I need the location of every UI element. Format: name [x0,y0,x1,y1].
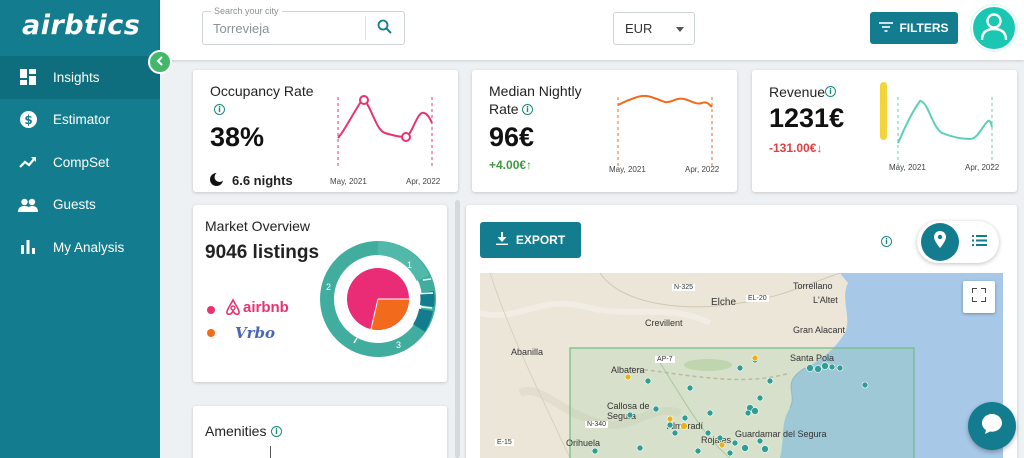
axis-start-label: May, 2021 [609,165,646,174]
top-bar: Search your city EUR FILTERS [160,0,1024,60]
revenue-card: Revenue i 1231€ -131.00€↓ May, 2021 Apr,… [752,70,1017,192]
user-icon [979,11,1009,46]
airbnb-brand: airbnb [243,299,289,316]
nightly-rate-card: Median Nightly Rate i 96€ +4.00€↑ May, 2… [472,70,737,192]
list-icon [971,233,987,251]
occupancy-sparkline [337,95,433,167]
chat-button[interactable] [968,402,1016,450]
map-view-button[interactable] [921,223,959,261]
listings-count: 9046 listings [205,242,320,263]
filters-label: FILTERS [899,21,949,35]
market-overview-title: Market Overview [205,218,311,234]
export-label: EXPORT [515,233,566,247]
nights-value: 6.6 nights [232,173,293,188]
revenue-delta: -131.00€↓ [769,141,823,155]
currency-value: EUR [625,21,653,36]
axis-start-label: May, 2021 [330,177,367,186]
chevron-down-icon [676,27,684,32]
moon-icon [209,172,225,192]
sidebar-item-label: My Analysis [53,239,125,255]
donut-label-3: 3 [396,340,402,350]
occupancy-value: 38% [210,122,265,152]
view-toggle [917,221,999,263]
sidebar-item-estimator[interactable]: $ Estimator [0,99,160,142]
occupancy-card: Occupancy Rate i 38% 6.6 nights May, 202… [193,70,458,192]
axis-end-label: Apr, 2022 [685,165,720,174]
nightly-rate-value: 96€ [489,122,535,152]
info-icon[interactable]: i [271,426,282,437]
revenue-value: 1231€ [769,103,845,133]
sidebar-item-compset[interactable]: CompSet [0,141,160,184]
bar-chart-icon [18,237,38,257]
fullscreen-icon [971,286,987,307]
map-panel: EXPORT i Torrellano Elche L'Altet Crevil… [466,205,1017,458]
vrbo-brand: Vrbo [235,324,276,342]
nightly-rate-title-line1: Median Nightly [489,83,582,99]
sidebar-item-label: Estimator [53,112,111,128]
people-icon [18,195,38,215]
currency-select[interactable]: EUR [613,12,695,45]
nightly-rate-title-line2: Rate [489,101,519,117]
sidebar-collapse-button[interactable] [148,50,172,74]
sidebar-item-insights[interactable]: Insights [0,56,160,99]
axis-start-label: May, 2021 [889,163,926,172]
avatar[interactable] [971,5,1017,51]
nightly-rate-delta: +4.00€↑ [489,158,533,172]
download-icon [495,232,508,248]
search-label: Search your city [211,6,282,16]
export-button[interactable]: EXPORT [480,222,581,258]
app-logo[interactable]: airbtics [22,10,140,41]
occupancy-title: Occupancy Rate [210,83,314,99]
market-donut-chart [320,241,436,357]
fullscreen-button[interactable] [963,281,995,313]
dollar-icon: $ [18,110,38,130]
donut-label-2: 2 [326,282,332,292]
sidebar-item-label: Guests [53,197,96,213]
info-icon[interactable]: i [214,104,225,115]
dashboard-icon [18,67,38,87]
airbnb-logo-icon [225,298,241,321]
info-icon[interactable]: i [522,104,533,115]
sidebar-item-label: Insights [53,69,100,85]
svg-text:$: $ [24,113,32,127]
sidebar-item-my-analysis[interactable]: My Analysis [0,226,160,269]
search-icon [377,19,392,39]
sidebar-item-label: CompSet [53,154,110,170]
map-view[interactable]: Torrellano Elche L'Altet Crevillent Gran… [480,273,1003,458]
search-input[interactable] [213,21,361,36]
revenue-title: Revenue [769,84,826,100]
list-view-button[interactable] [965,223,993,261]
info-icon[interactable]: i [881,236,892,247]
filters-button[interactable]: FILTERS [870,12,958,44]
chevron-left-icon [155,53,165,71]
trending-up-icon [18,152,38,172]
airbnb-legend-dot [207,306,215,314]
info-icon[interactable]: i [825,86,836,97]
listing-markers [591,354,869,457]
filter-icon [879,21,894,35]
donut-label-1: 1 [407,260,413,270]
search-button[interactable] [373,18,395,40]
vrbo-legend-dot [207,329,215,337]
axis-end-label: Apr, 2022 [406,177,441,186]
map-pin-icon [934,231,946,253]
axis-end-label: Apr, 2022 [965,163,1000,172]
city-search: Search your city [202,6,405,45]
divider [365,16,366,40]
sidebar: airbtics Insights $ Estimator CompSet Gu… [0,0,160,458]
revenue-highlight-bar [880,82,887,140]
sidebar-item-guests[interactable]: Guests [0,184,160,227]
scrollbar[interactable] [455,200,460,458]
chart-axis-line [270,446,271,458]
chat-icon [980,412,1004,441]
market-overview-card: Market Overview 9046 listings airbnb Vrb… [193,205,447,382]
sidebar-nav: Insights $ Estimator CompSet Guests My A… [0,56,160,269]
amenities-title: Amenities [205,423,267,439]
amenities-card: Amenities i [193,406,447,458]
